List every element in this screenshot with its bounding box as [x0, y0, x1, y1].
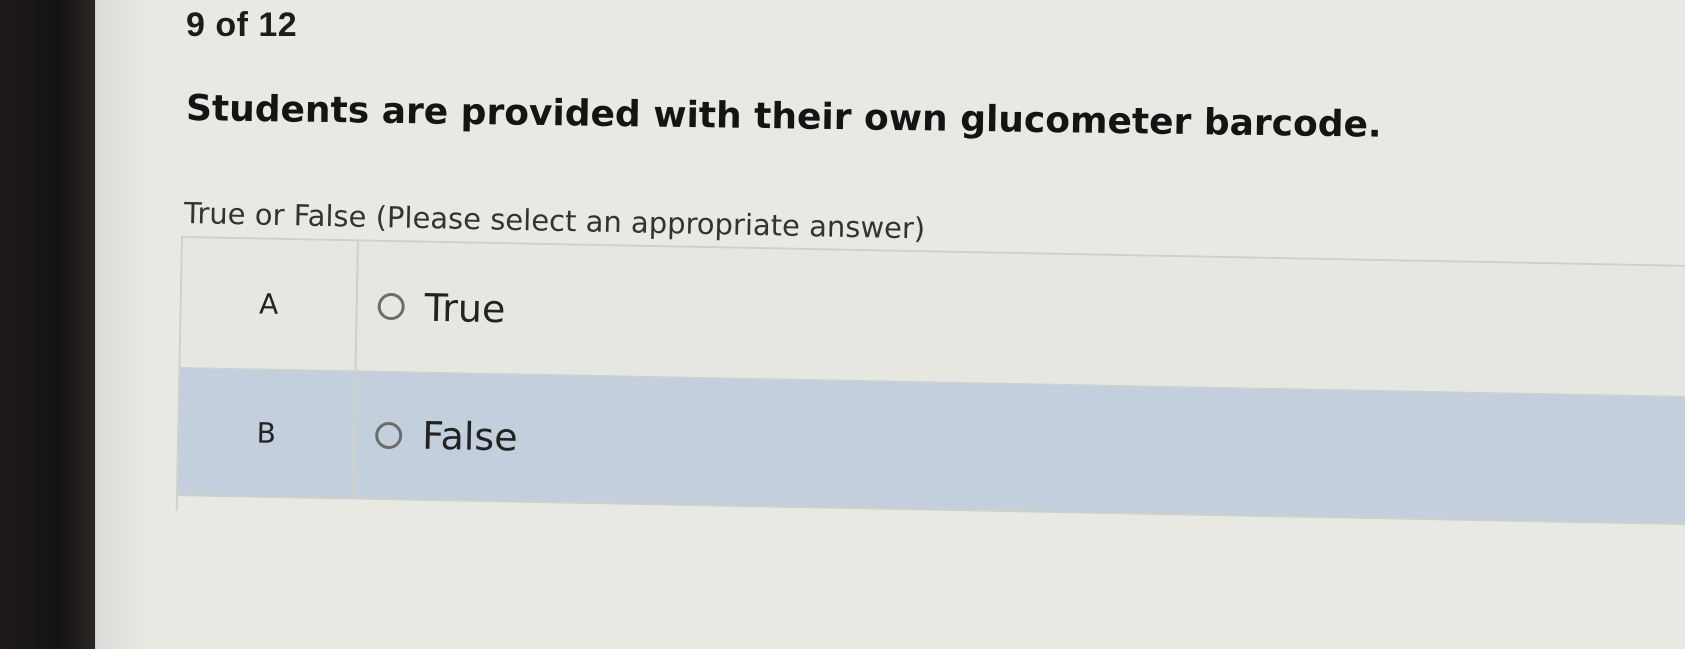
option-label-true[interactable]: True [424, 285, 506, 331]
answer-table: A True B False [175, 236, 1685, 541]
option-cell[interactable]: False [354, 371, 1685, 523]
monitor-bezel [0, 0, 95, 649]
option-cell[interactable]: True [356, 241, 1685, 396]
radio-button-false[interactable] [374, 421, 403, 449]
screen-margin [95, 0, 144, 649]
option-letter: A [180, 238, 359, 371]
option-label-false[interactable]: False [422, 414, 518, 460]
answer-option-b[interactable]: B False [178, 368, 1685, 526]
photo-stage: 9 of 12 Students are provided with their… [0, 0, 1685, 649]
question-counter: 9 of 12 [186, 6, 298, 44]
option-letter: B [178, 368, 357, 498]
radio-button-true[interactable] [377, 292, 405, 321]
